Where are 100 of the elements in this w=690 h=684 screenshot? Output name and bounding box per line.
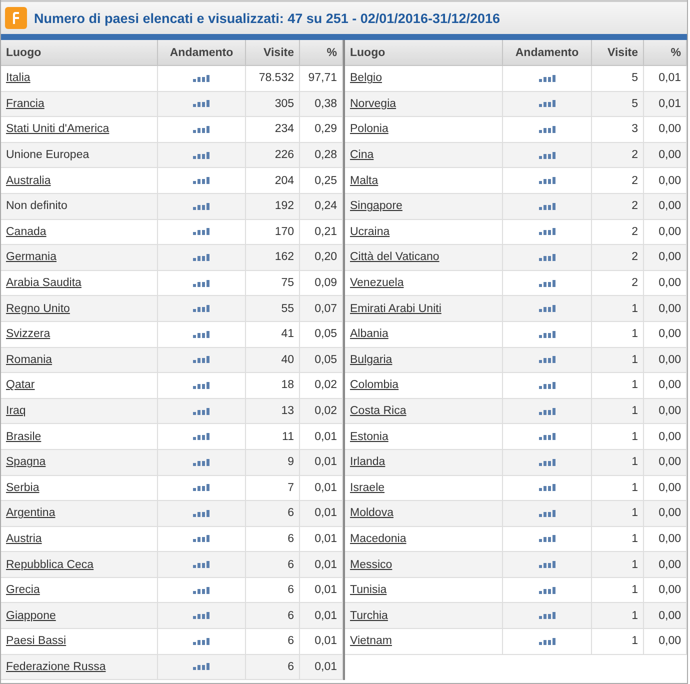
country-link[interactable]: Germania — [6, 251, 56, 264]
country-link[interactable]: Cina — [350, 149, 374, 162]
country-link[interactable]: Belgio — [350, 72, 382, 84]
trend-icon[interactable] — [538, 535, 556, 542]
percent-value: 0,01 — [314, 456, 337, 468]
trend-icon[interactable] — [193, 510, 210, 517]
trend-icon[interactable] — [193, 458, 210, 466]
percent-value: 0,25 — [314, 174, 337, 187]
trend-icon[interactable] — [193, 202, 210, 210]
trend-icon[interactable] — [193, 126, 210, 133]
trend-icon[interactable] — [538, 638, 556, 645]
trend-icon[interactable] — [538, 305, 556, 312]
trend-icon[interactable] — [538, 228, 556, 236]
country-link[interactable]: Norvegia — [350, 98, 396, 110]
trend-icon[interactable] — [193, 382, 210, 389]
country-link[interactable]: Vietnam — [350, 635, 392, 648]
country-link[interactable]: Costa Rica — [350, 405, 406, 418]
country-link[interactable]: Serbia — [6, 482, 40, 494]
trend-icon[interactable] — [538, 126, 556, 133]
visits-value: 226 — [274, 149, 294, 162]
trend-icon[interactable] — [193, 535, 210, 542]
country-link[interactable]: Moldova — [350, 507, 394, 520]
trend-icon[interactable] — [538, 356, 556, 364]
country-link[interactable]: Estonia — [350, 430, 388, 443]
visits-value: 3 — [632, 123, 638, 136]
country-link[interactable]: Malta — [350, 174, 378, 187]
trend-icon[interactable] — [193, 586, 210, 594]
trend-icon[interactable] — [538, 433, 556, 440]
country-link[interactable]: Albania — [350, 328, 388, 340]
country-link[interactable]: Stati Uniti d'America — [6, 123, 110, 136]
trend-icon[interactable] — [193, 433, 210, 440]
trend-icon[interactable] — [538, 484, 556, 492]
visits-value: 6 — [288, 532, 294, 545]
trend-icon[interactable] — [538, 100, 556, 108]
country-link[interactable]: Brasile — [6, 430, 42, 443]
country-link[interactable]: Giappone — [6, 610, 56, 622]
country-link[interactable]: Polonia — [350, 123, 388, 136]
trend-icon[interactable] — [538, 330, 556, 338]
trend-icon[interactable] — [193, 228, 210, 236]
country-link[interactable]: Venezuela — [350, 277, 404, 290]
country-link[interactable]: Tunisia — [350, 584, 387, 596]
country-link[interactable]: Ucraina — [350, 226, 390, 238]
country-link[interactable]: Romania — [6, 354, 52, 366]
percent-value: 0,00 — [658, 558, 681, 571]
trend-icon[interactable] — [193, 280, 210, 287]
country-link[interactable]: Iraq — [6, 405, 26, 418]
percent-value: 0,01 — [314, 532, 337, 545]
trend-icon[interactable] — [538, 280, 556, 287]
country-link[interactable]: Francia — [6, 98, 44, 110]
trend-icon[interactable] — [193, 356, 210, 364]
trend-icon[interactable] — [193, 74, 210, 82]
trend-icon[interactable] — [538, 586, 556, 594]
percent-value: 0,00 — [658, 123, 681, 136]
trend-icon[interactable] — [193, 408, 210, 415]
country-link[interactable]: Messico — [350, 558, 392, 571]
country-link[interactable]: Singapore — [350, 200, 402, 212]
trend-icon[interactable] — [193, 484, 210, 492]
trend-icon[interactable] — [538, 74, 556, 82]
trend-icon[interactable] — [538, 561, 556, 568]
trend-icon[interactable] — [193, 612, 210, 620]
trend-icon[interactable] — [193, 330, 210, 338]
country-link[interactable]: Qatar — [6, 379, 35, 392]
country-link[interactable]: Turchia — [350, 610, 388, 622]
trend-icon[interactable] — [538, 177, 556, 184]
trend-icon[interactable] — [538, 458, 556, 466]
trend-icon[interactable] — [193, 561, 210, 568]
trend-icon[interactable] — [193, 663, 210, 670]
country-link[interactable]: Colombia — [350, 379, 399, 392]
trend-icon[interactable] — [193, 100, 210, 108]
country-link[interactable]: Grecia — [6, 584, 40, 596]
country-link[interactable]: Macedonia — [350, 532, 406, 545]
visits-value: 2 — [632, 277, 638, 290]
trend-icon[interactable] — [193, 254, 210, 261]
trend-icon[interactable] — [538, 408, 556, 415]
country-link[interactable]: Arabia Saudita — [6, 277, 82, 290]
country-link[interactable]: Svizzera — [6, 328, 50, 340]
trend-icon[interactable] — [193, 305, 210, 312]
country-link[interactable]: Bulgaria — [350, 354, 392, 366]
column-header: Andamento — [158, 40, 246, 66]
trend-icon[interactable] — [538, 202, 556, 210]
country-link[interactable]: Regno Unito — [6, 302, 70, 315]
country-link[interactable]: Austria — [6, 532, 42, 545]
country-link[interactable]: Australia — [6, 174, 51, 187]
country-link[interactable]: Irlanda — [350, 456, 386, 468]
country-link[interactable]: Canada — [6, 226, 46, 238]
trend-icon[interactable] — [538, 510, 556, 517]
trend-icon[interactable] — [538, 382, 556, 389]
trend-icon[interactable] — [538, 152, 556, 159]
trend-icon[interactable] — [193, 638, 210, 645]
country-link[interactable]: Israele — [350, 482, 385, 494]
trend-icon[interactable] — [538, 254, 556, 261]
country-link[interactable]: Argentina — [6, 507, 56, 520]
trend-icon[interactable] — [193, 177, 210, 184]
percent-value: 0,00 — [658, 405, 681, 418]
visits-value: 1 — [632, 507, 638, 520]
trend-icon[interactable] — [538, 612, 556, 620]
trend-icon[interactable] — [193, 152, 210, 159]
country-link[interactable]: Italia — [6, 72, 30, 84]
country-link[interactable]: Spagna — [6, 456, 46, 468]
country-link[interactable]: Paesi Bassi — [6, 635, 66, 648]
